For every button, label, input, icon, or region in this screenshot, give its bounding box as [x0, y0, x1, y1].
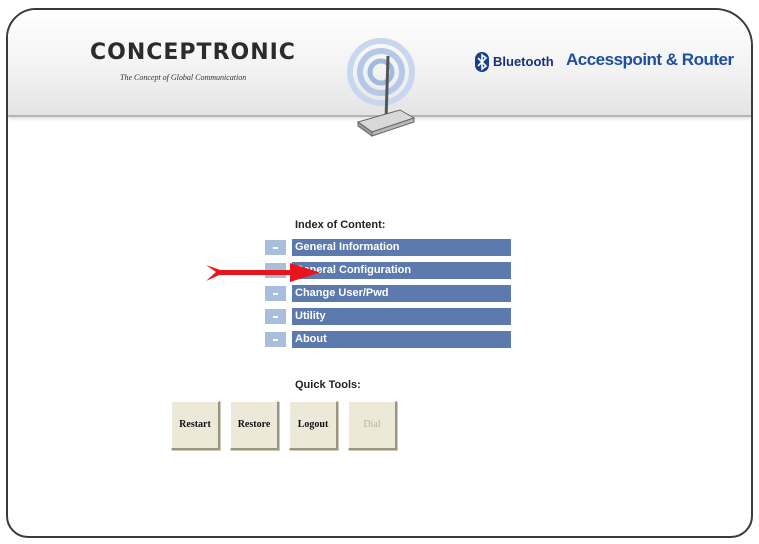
restore-button[interactable]: Restore	[230, 401, 279, 450]
menu-item-utility[interactable]: Utility	[265, 308, 511, 325]
menu-item-label[interactable]: Change User/Pwd	[292, 285, 511, 302]
brand-tagline: The Concept of Global Communication	[120, 73, 247, 82]
dial-button[interactable]: Dial	[348, 401, 397, 450]
menu-bullet-icon	[265, 240, 286, 255]
menu-bullet-icon	[265, 309, 286, 324]
menu-bullet-icon	[265, 286, 286, 301]
router-wireless-icon	[347, 38, 416, 137]
index-title: Index of Content:	[295, 219, 386, 231]
restart-button[interactable]: Restart	[171, 401, 220, 450]
menu-item-general-information[interactable]: General Information	[265, 239, 511, 256]
bluetooth-brand: Bluetooth	[493, 54, 554, 69]
quick-tools-title: Quick Tools:	[295, 379, 361, 391]
product-name: Accesspoint & Router	[566, 50, 734, 69]
menu-item-change-user-pwd[interactable]: Change User/Pwd	[265, 285, 511, 302]
menu-bullet-icon	[265, 332, 286, 347]
page-frame: CONCEPTRONIC The Concept of Global Commu…	[6, 8, 753, 538]
menu-item-label[interactable]: About	[292, 331, 511, 348]
menu-item-label[interactable]: General Configuration	[292, 262, 511, 279]
brand-logo: CONCEPTRONIC	[90, 40, 296, 65]
menu-item-about[interactable]: About	[265, 331, 511, 348]
bluetooth-icon	[475, 52, 489, 72]
menu-item-label[interactable]: General Information	[292, 239, 511, 256]
menu-item-label[interactable]: Utility	[292, 308, 511, 325]
red-arrow-annotation	[206, 263, 320, 282]
logout-button[interactable]: Logout	[289, 401, 338, 450]
